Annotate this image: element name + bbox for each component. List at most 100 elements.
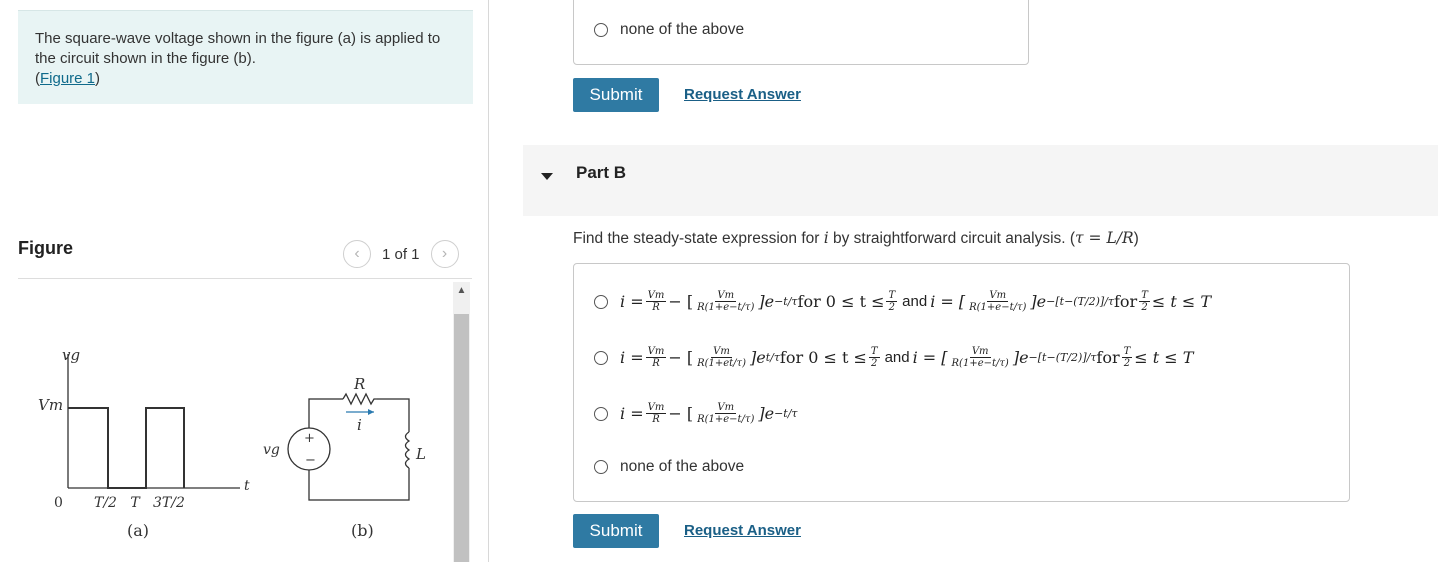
pager-count: 1 of 1 — [382, 245, 420, 263]
eq-exp-2: −[t−(T/2)]/τ — [1028, 351, 1097, 364]
source-plus: + — [304, 431, 315, 446]
eq-tail: ≤ t ≤ T — [1134, 348, 1194, 367]
eq-minus: − [ — [668, 404, 694, 423]
bracket-fraction-2: Vm R(1+e−t/τ) — [950, 346, 1011, 369]
part-b-option-none[interactable]: none of the above — [594, 458, 744, 476]
source-minus: − — [305, 453, 316, 468]
frac-num: Vm — [987, 290, 1009, 302]
eq-exp-2: −[t−(T/2)]/τ — [1046, 295, 1114, 308]
eq-for: for — [1114, 292, 1138, 311]
frac-num: Vm — [645, 402, 667, 414]
part-b-option-2[interactable]: i = Vm R − [ Vm R(1+et/τ) ]e t/τ for 0 ≤ t … — [594, 346, 1193, 369]
part-b-option-1[interactable]: i = Vm R − [ Vm R(1+e−t/τ) ]e −t/τ for 0 ≤ … — [594, 290, 1211, 313]
frac-den: R(1+e−t/τ) — [697, 414, 755, 425]
eq-e-2: ]e — [1030, 292, 1047, 311]
eq-lhs: i = — [620, 348, 644, 367]
eq-tail: ≤ t ≤ T — [1151, 292, 1212, 311]
t-over-2-b: T2 — [1121, 346, 1133, 369]
part-b-label: Part B — [576, 163, 627, 182]
t-over-2-b: T2 — [1139, 290, 1150, 313]
part-a-option-none[interactable]: none of the above — [594, 21, 744, 39]
source-label: vg — [263, 442, 280, 458]
frac-den: R — [652, 302, 660, 313]
t-over-2: T2 — [868, 346, 880, 369]
frac-den: 2 — [888, 302, 895, 313]
eq-exp: −t/τ — [774, 295, 798, 308]
part-a-options: none of the above — [573, 0, 1029, 65]
frac-den: R(1+et/τ) — [697, 358, 746, 369]
caption-a: (a) — [127, 521, 149, 540]
frac-num: Vm — [645, 290, 667, 302]
problem-prompt: The square-wave voltage shown in the fig… — [18, 10, 473, 104]
bracket-fraction-2: Vm R(1+e−t/τ) — [967, 290, 1028, 313]
prev-figure-button[interactable]: ‹ — [343, 240, 371, 268]
part-b-submit-button[interactable]: Submit — [573, 514, 659, 548]
current-label: i — [357, 416, 362, 434]
frac-den: 2 — [871, 358, 878, 369]
vm-over-r: Vm R — [645, 346, 667, 369]
part-b-header[interactable]: Part B — [523, 145, 1438, 216]
frac-num: T — [886, 290, 898, 302]
eq-lhs-2: i = [ — [912, 348, 948, 367]
radio-button[interactable] — [594, 23, 608, 37]
caption-b: (b) — [351, 521, 374, 540]
part-a-request-answer-link[interactable]: Request Answer — [684, 86, 801, 103]
vm-label: Vm — [38, 396, 63, 414]
prompt-text: The square-wave voltage shown in the fig… — [35, 30, 441, 67]
question-tau: τ = L/R — [1075, 229, 1134, 247]
radio-button[interactable] — [594, 350, 608, 365]
zero-label: 0 — [54, 495, 63, 511]
collapse-triangle-icon[interactable] — [541, 173, 553, 180]
eq-lhs: i = — [620, 292, 644, 311]
eq-exp: t/τ — [765, 351, 780, 364]
figure-link[interactable]: Figure 1 — [40, 70, 95, 87]
frac-den: R — [652, 358, 660, 369]
part-b-option-3[interactable]: i = Vm R − [ Vm R(1+e−t/τ) ]e −t/τ — [594, 402, 798, 425]
circuit-figure: vg Vm t 0 T/2 T 3T/2 (a) + − vg R i L (b… — [38, 346, 426, 540]
resistor-label: R — [353, 375, 365, 393]
figure-scrollbar[interactable]: ▲ — [453, 282, 470, 562]
eq-minus: − [ — [668, 292, 694, 311]
radio-button[interactable] — [594, 294, 608, 309]
eq-e: ]e — [758, 292, 775, 311]
part-b-request-answer-link[interactable]: Request Answer — [684, 522, 801, 539]
bracket-fraction: Vm R(1+e−t/τ) — [695, 290, 756, 313]
bracket-fraction: Vm R(1+e−t/τ) — [695, 402, 756, 425]
frac-num: Vm — [645, 346, 667, 358]
figure-title: Figure — [18, 238, 74, 258]
left-panel: The square-wave voltage shown in the fig… — [0, 0, 488, 562]
question-close: ) — [1133, 230, 1139, 247]
scroll-up-arrow-icon[interactable]: ▲ — [453, 284, 470, 298]
eq-exp: −t/τ — [774, 407, 798, 420]
eq-range: for 0 ≤ t ≤ — [797, 292, 885, 311]
frac-den: 2 — [1123, 358, 1131, 369]
part-b-question: Find the steady-state expression for i b… — [573, 229, 1139, 248]
figure-pager: ‹ 1 of 1 › — [343, 238, 459, 270]
next-figure-button[interactable]: › — [430, 240, 459, 268]
eq-e: ]e — [758, 404, 775, 423]
eq-and: and — [902, 293, 928, 310]
chevron-right-icon: › — [441, 245, 448, 262]
t-axis-label: t — [244, 478, 250, 494]
frac-den: R(1+e−t/τ) — [697, 302, 755, 313]
part-a-submit-button[interactable]: Submit — [573, 78, 659, 112]
part-b-options: i = Vm R − [ Vm R(1+e−t/τ) ]e −t/τ for 0 ≤ … — [573, 263, 1350, 502]
eq-and: and — [884, 349, 910, 366]
scroll-thumb[interactable] — [454, 314, 469, 562]
option-2-equation: i = Vm R − [ Vm R(1+et/τ) ]e t/τ for 0 ≤ t … — [620, 346, 1193, 369]
option-label: none of the above — [620, 458, 745, 475]
eq-minus: − [ — [668, 348, 694, 367]
t-over-2: T2 — [886, 290, 898, 313]
option-3-equation: i = Vm R − [ Vm R(1+e−t/τ) ]e −t/τ — [620, 402, 798, 425]
square-wave — [68, 407, 185, 489]
figure-divider — [18, 278, 472, 279]
frac-num: T — [868, 346, 880, 358]
eq-lhs-2: i = [ — [930, 292, 966, 311]
bracket-fraction: Vm R(1+et/τ) — [695, 346, 748, 369]
radio-button[interactable] — [594, 460, 608, 474]
frac-num: Vm — [711, 346, 732, 358]
vm-over-r: Vm R — [645, 290, 667, 313]
frac-den: R(1+e−t/τ) — [969, 302, 1027, 313]
radio-button[interactable] — [594, 406, 608, 421]
frac-num: Vm — [715, 290, 737, 302]
